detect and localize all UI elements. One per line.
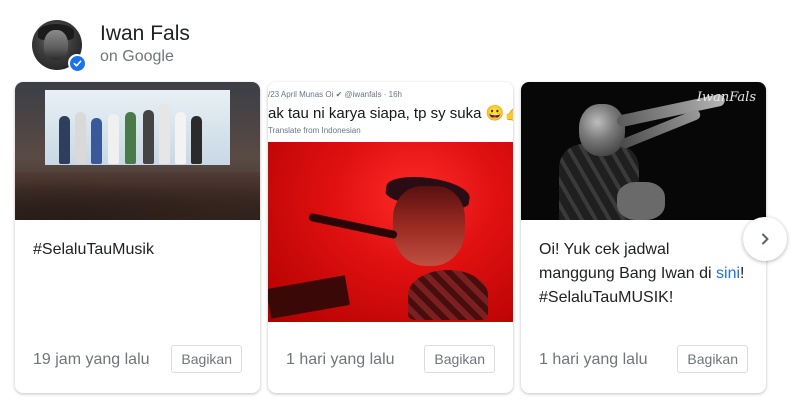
schedule-link[interactable]: sini	[716, 265, 740, 282]
guitar	[268, 275, 350, 319]
stage-screen	[45, 90, 230, 165]
post-card[interactable]: IwanFals Oi! Yuk cek jadwal manggung Ban…	[521, 82, 766, 393]
microphone	[308, 212, 398, 240]
post-card[interactable]: /23 April Munas Oi ✔ @iwanfals · 16h ak …	[268, 82, 513, 393]
verified-badge-icon	[68, 54, 86, 72]
carousel-next-button[interactable]	[743, 217, 787, 261]
share-button[interactable]: Bagikan	[171, 345, 242, 373]
author-name[interactable]: Iwan Fals	[100, 22, 190, 46]
post-author-header: Iwan Fals on Google	[32, 18, 190, 72]
chevron-right-icon	[762, 233, 769, 245]
avatar[interactable]	[32, 20, 86, 72]
post-image[interactable]: /23 April Munas Oi ✔ @iwanfals · 16h ak …	[268, 82, 513, 327]
iwan-fals-logo: IwanFals	[696, 90, 756, 105]
post-image[interactable]: IwanFals	[521, 82, 766, 220]
share-button[interactable]: Bagikan	[424, 345, 495, 373]
post-time: 19 jam yang lalu	[33, 351, 150, 368]
post-image[interactable]	[15, 82, 260, 220]
stage-photo	[15, 82, 260, 220]
post-card[interactable]: #SelaluTauMusik 19 jam yang lalu Bagikan	[15, 82, 260, 393]
post-source: on Google	[100, 48, 174, 65]
post-time: 1 hari yang lalu	[286, 351, 395, 368]
tweet-meta: /23 April Munas Oi ✔ @iwanfals · 16h	[268, 90, 402, 99]
avatar-face	[44, 30, 68, 60]
post-text: Oi! Yuk cek jadwal manggung Bang Iwan di…	[539, 238, 748, 310]
post-text-start: Oi! Yuk cek jadwal manggung Bang Iwan di	[539, 241, 717, 282]
tweet-text: ak tau ni karya siapa, tp sy suka 😀👍	[268, 105, 513, 122]
tweet-translate-link: Translate from Indonesian	[268, 126, 361, 135]
author-name-block: Iwan Fals on Google	[100, 22, 190, 68]
post-text: #SelaluTauMusik	[33, 241, 154, 258]
concert-photo	[268, 142, 513, 322]
post-time: 1 hari yang lalu	[539, 351, 648, 368]
performer-photo: IwanFals	[521, 82, 766, 220]
tweet-screenshot: /23 April Munas Oi ✔ @iwanfals · 16h ak …	[268, 82, 513, 142]
crowd	[15, 172, 260, 220]
share-button[interactable]: Bagikan	[677, 345, 748, 373]
